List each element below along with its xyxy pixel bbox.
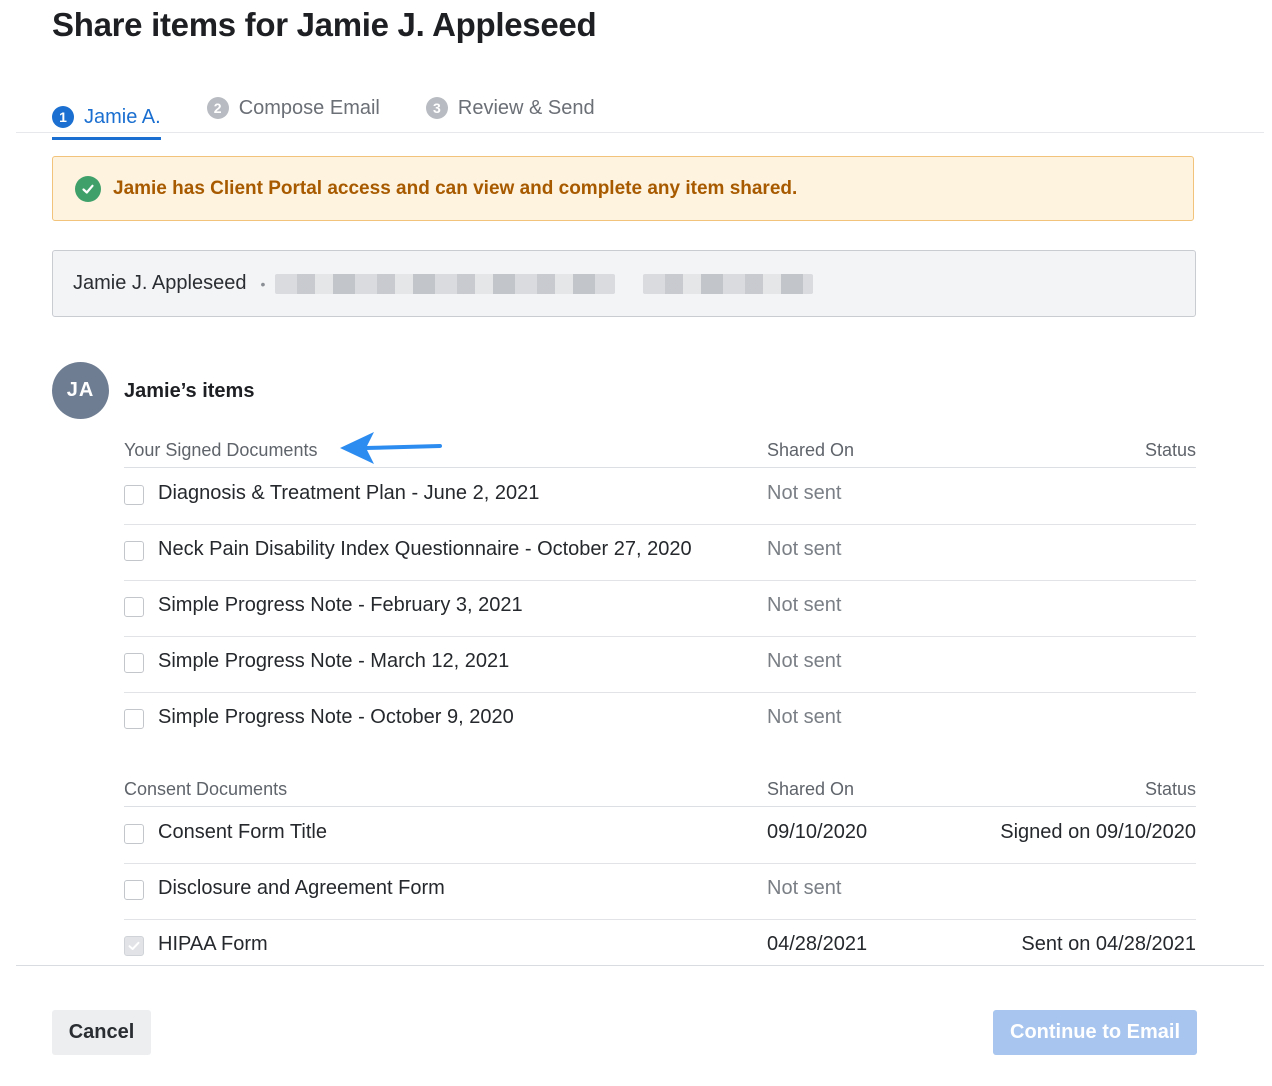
step-1-tab[interactable]: 1 Jamie A. (52, 103, 161, 140)
step-label: Jamie A. (84, 105, 161, 128)
row-checkbox-checked[interactable] (124, 936, 144, 956)
modal-title: Share items for Jamie J. Appleseed (52, 6, 597, 43)
stepper-divider (16, 132, 1264, 133)
shared-on-value: Not sent (767, 482, 842, 504)
step-label: Review & Send (457, 96, 595, 119)
blue-arrow-icon (340, 432, 442, 464)
table-row: Simple Progress Note - October 9, 2020 N… (124, 692, 1196, 748)
step-2-tab[interactable]: 2 Compose Email (206, 94, 380, 122)
step-number: 1 (52, 106, 74, 128)
separator-dot: • (260, 275, 266, 292)
document-name: Disclosure and Agreement Form (158, 877, 445, 899)
redacted-info (275, 273, 616, 294)
redacted-info (643, 273, 814, 294)
document-name: Neck Pain Disability Index Questionnaire… (158, 538, 692, 560)
shared-on-value: Not sent (767, 538, 842, 560)
shared-on-value: 04/28/2021 (767, 933, 868, 955)
footer-divider (16, 965, 1264, 966)
step-3-tab[interactable]: 3 Review & Send (425, 94, 595, 122)
row-checkbox[interactable] (124, 880, 144, 900)
table-row: Simple Progress Note - February 3, 2021 … (124, 580, 1196, 637)
table-row: Disclosure and Agreement Form Not sent (124, 863, 1196, 920)
shared-on-value: 09/10/2020 (767, 821, 868, 843)
shared-on-value: Not sent (767, 877, 842, 899)
table-row: Neck Pain Disability Index Questionnaire… (124, 524, 1196, 581)
document-name: Consent Form Title (158, 821, 327, 843)
shared-on-value: Not sent (767, 706, 842, 728)
table-row: Diagnosis & Treatment Plan - June 2, 202… (124, 468, 1196, 525)
document-name: Simple Progress Note - February 3, 2021 (158, 594, 523, 616)
document-name: HIPAA Form (158, 933, 268, 955)
checkmark-icon (128, 941, 140, 950)
stepper: 1 Jamie A. 2 Compose Email 3 Review & Se… (52, 94, 641, 140)
step-label: Compose Email (238, 96, 380, 119)
table-row: Consent Form Title 09/10/2020 Signed on … (124, 807, 1196, 864)
row-checkbox[interactable] (124, 709, 144, 729)
row-checkbox[interactable] (124, 541, 144, 561)
status-value: Sent on 04/28/2021 (1021, 933, 1196, 955)
portal-access-alert: Jamie has Client Portal access and can v… (52, 156, 1194, 221)
status-value: Signed on 09/10/2020 (1000, 821, 1196, 843)
status-header: Status (1144, 440, 1196, 460)
table-row: HIPAA Form 04/28/2021 Sent on 04/28/2021 (124, 919, 1196, 975)
check-circle-icon (75, 175, 101, 202)
shared-on-header: Shared On (767, 440, 855, 460)
row-checkbox[interactable] (124, 485, 144, 505)
shared-on-header: Shared On (767, 779, 855, 799)
step-number: 2 (206, 97, 229, 119)
document-name: Diagnosis & Treatment Plan - June 2, 202… (158, 482, 540, 504)
status-header: Status (1144, 779, 1196, 799)
shared-on-value: Not sent (767, 650, 842, 672)
row-checkbox[interactable] (124, 597, 144, 617)
row-checkbox[interactable] (124, 824, 144, 844)
client-info-box: Jamie J. Appleseed • (52, 250, 1196, 317)
client-name: Jamie J. Appleseed (73, 272, 247, 294)
alert-message: Jamie has Client Portal access and can v… (113, 177, 798, 199)
items-title: Jamie’s items (124, 380, 255, 402)
section-title: Your Signed Documents (124, 440, 318, 460)
continue-to-email-button[interactable]: Continue to Email (993, 1010, 1197, 1055)
table-row: Simple Progress Note - March 12, 2021 No… (124, 636, 1196, 693)
step-number: 3 (425, 97, 448, 119)
document-name: Simple Progress Note - March 12, 2021 (158, 650, 510, 672)
section-title: Consent Documents (124, 779, 288, 799)
avatar: JA (52, 362, 109, 419)
cancel-button[interactable]: Cancel (52, 1010, 151, 1055)
shared-on-value: Not sent (767, 594, 842, 616)
document-name: Simple Progress Note - October 9, 2020 (158, 706, 514, 728)
row-checkbox[interactable] (124, 653, 144, 673)
